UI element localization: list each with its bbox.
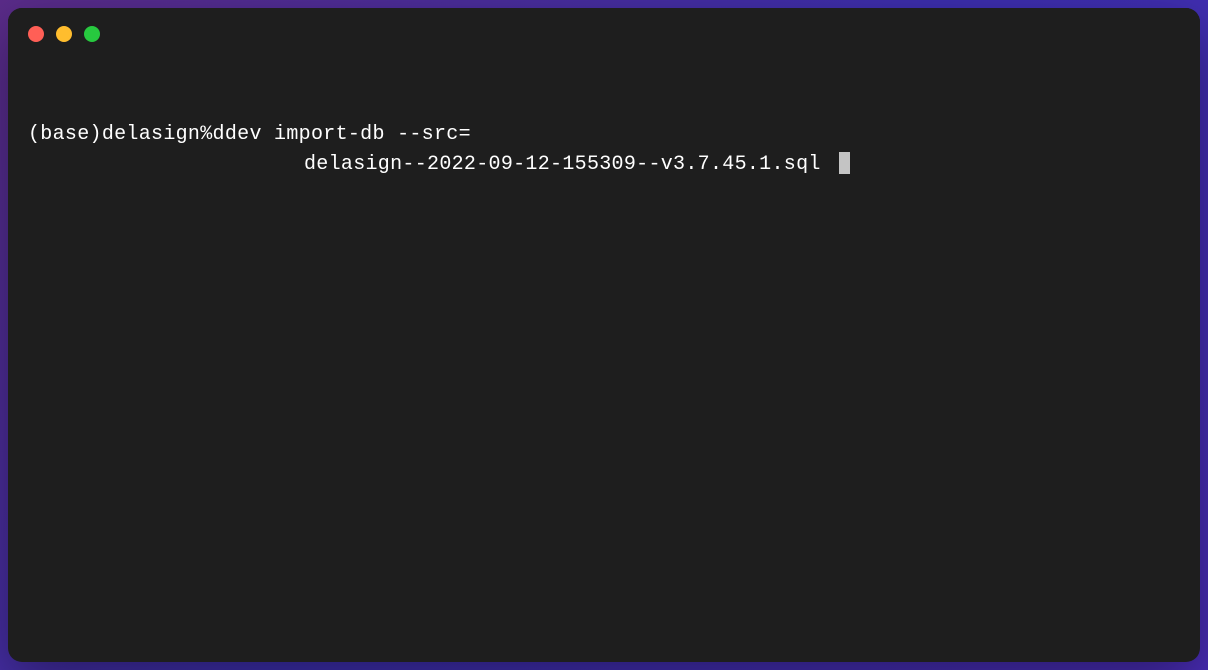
cursor-icon: [839, 152, 850, 174]
command-part-2: delasign--2022-09-12-155309--v3.7.45.1.s…: [304, 153, 821, 176]
prompt-dir: delasign: [102, 120, 200, 150]
traffic-lights: [28, 26, 100, 42]
close-button[interactable]: [28, 26, 44, 42]
terminal-line-1: (base) delasign % ddev import-db --src=: [28, 120, 1180, 150]
minimize-button[interactable]: [56, 26, 72, 42]
prompt-symbol: %: [200, 120, 212, 150]
prompt-env: (base): [28, 120, 102, 150]
title-bar: [8, 8, 1200, 62]
terminal-window: (base) delasign % ddev import-db --src= …: [8, 8, 1200, 662]
command-part-1: ddev import-db --src=: [213, 120, 471, 150]
terminal-line-2: delasign--2022-09-12-155309--v3.7.45.1.s…: [28, 150, 1180, 180]
maximize-button[interactable]: [84, 26, 100, 42]
terminal-content[interactable]: (base) delasign % ddev import-db --src= …: [8, 62, 1200, 662]
